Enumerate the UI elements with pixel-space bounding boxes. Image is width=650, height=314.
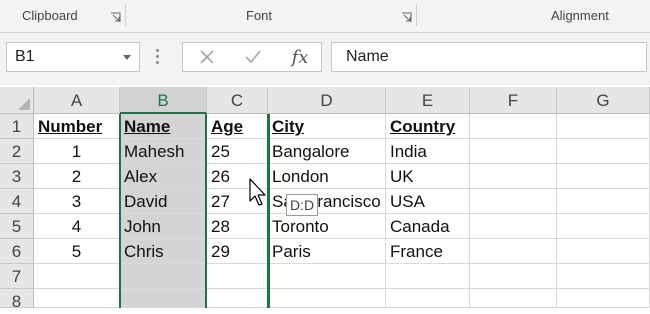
cell-a2[interactable]: 1: [34, 139, 120, 164]
cell-e7[interactable]: [386, 264, 470, 289]
cell-a7[interactable]: [34, 264, 120, 289]
column-header-d[interactable]: D: [268, 87, 386, 114]
cell-f1[interactable]: [470, 114, 557, 139]
cell-g2[interactable]: [557, 139, 650, 164]
row-header-7[interactable]: 7: [0, 264, 34, 289]
cell-b5[interactable]: John: [120, 214, 207, 239]
cell-f6[interactable]: [470, 239, 557, 264]
cell-f5[interactable]: [470, 214, 557, 239]
dialog-launcher-icon[interactable]: [401, 10, 412, 22]
cell-e8[interactable]: [386, 289, 470, 308]
row-header-1[interactable]: 1: [0, 114, 34, 139]
cell-f8[interactable]: [470, 289, 557, 308]
cell-g1[interactable]: [557, 114, 650, 139]
ribbon-group-clipboard: Clipboard: [0, 0, 126, 33]
cell-g6[interactable]: [557, 239, 650, 264]
column-header-g[interactable]: G: [557, 87, 650, 114]
ribbon-group-clipboard-label: Clipboard: [22, 8, 78, 23]
cell-e4[interactable]: USA: [386, 189, 470, 214]
ribbon-group-bar: Clipboard Font Alignment: [0, 0, 650, 33]
cell-g4[interactable]: [557, 189, 650, 214]
cell-b8[interactable]: [120, 289, 207, 308]
cell-d1[interactable]: City: [268, 114, 386, 139]
row-header-6[interactable]: 6: [0, 239, 34, 264]
resize-handle-icon[interactable]: [154, 46, 160, 68]
row-header-3[interactable]: 3: [0, 164, 34, 189]
row-header-8[interactable]: 8: [0, 289, 34, 311]
cell-c1[interactable]: Age: [207, 114, 268, 139]
name-box[interactable]: B1: [6, 42, 140, 72]
column-header-b[interactable]: B: [120, 87, 207, 114]
cell-d5[interactable]: Toronto: [268, 214, 386, 239]
column-header-a[interactable]: A: [34, 87, 120, 114]
select-all-triangle-icon: [18, 98, 30, 110]
row-header-2[interactable]: 2: [0, 139, 34, 164]
formula-input[interactable]: Name: [331, 42, 647, 72]
column-header-f[interactable]: F: [470, 87, 557, 114]
cell-b6[interactable]: Chris: [120, 239, 207, 264]
ribbon-group-font: Font: [126, 0, 417, 33]
cancel-icon[interactable]: [187, 43, 227, 71]
cell-b1[interactable]: Name: [120, 114, 207, 139]
name-box-value: B1: [15, 48, 35, 65]
cell-d2[interactable]: Bangalore: [268, 139, 386, 164]
cell-c7[interactable]: [207, 264, 268, 289]
drag-insertion-line: [267, 114, 270, 308]
cell-b7[interactable]: [120, 264, 207, 289]
cell-d6[interactable]: Paris: [268, 239, 386, 264]
cell-g3[interactable]: [557, 164, 650, 189]
drag-target-tooltip: D:D: [286, 194, 319, 216]
cell-e1[interactable]: Country: [386, 114, 470, 139]
cell-a4[interactable]: 3: [34, 189, 120, 214]
ribbon-group-alignment: Alignment: [417, 0, 650, 33]
row-header-4[interactable]: 4: [0, 189, 34, 214]
cell-d3[interactable]: London: [268, 164, 386, 189]
cell-b4[interactable]: David: [120, 189, 207, 214]
column-header-e[interactable]: E: [386, 87, 470, 114]
fx-label: fx: [291, 46, 309, 68]
cell-f4[interactable]: [470, 189, 557, 214]
cell-a8[interactable]: [34, 289, 120, 308]
cell-g8[interactable]: [557, 289, 650, 308]
cell-b3[interactable]: Alex: [120, 164, 207, 189]
select-all-corner[interactable]: [0, 87, 34, 114]
cell-e2[interactable]: India: [386, 139, 470, 164]
cell-c5[interactable]: 28: [207, 214, 268, 239]
cell-f3[interactable]: [470, 164, 557, 189]
cell-f2[interactable]: [470, 139, 557, 164]
cell-a1[interactable]: Number: [34, 114, 120, 139]
cell-a3[interactable]: 2: [34, 164, 120, 189]
enter-icon[interactable]: [233, 43, 273, 71]
dropdown-arrow-icon[interactable]: [123, 55, 131, 60]
ribbon-group-font-label: Font: [246, 8, 273, 23]
dialog-launcher-icon[interactable]: [110, 10, 121, 22]
cell-c6[interactable]: 29: [207, 239, 268, 264]
formula-bar: B1 fx Name: [0, 33, 650, 85]
cell-d7[interactable]: [268, 264, 386, 289]
column-header-c[interactable]: C: [207, 87, 268, 114]
cell-g7[interactable]: [557, 264, 650, 289]
fx-icon[interactable]: fx: [280, 43, 320, 71]
move-cursor-icon: [249, 178, 271, 208]
cell-d8[interactable]: [268, 289, 386, 308]
cell-b2[interactable]: Mahesh: [120, 139, 207, 164]
cell-c8[interactable]: [207, 289, 268, 308]
cell-e6[interactable]: France: [386, 239, 470, 264]
cell-e3[interactable]: UK: [386, 164, 470, 189]
cell-e5[interactable]: Canada: [386, 214, 470, 239]
formula-buttons: fx: [182, 42, 322, 72]
ribbon-group-alignment-label: Alignment: [551, 8, 609, 23]
cell-a5[interactable]: 4: [34, 214, 120, 239]
cell-g5[interactable]: [557, 214, 650, 239]
cell-f7[interactable]: [470, 264, 557, 289]
cell-a6[interactable]: 5: [34, 239, 120, 264]
row-header-5[interactable]: 5: [0, 214, 34, 239]
cell-c2[interactable]: 25: [207, 139, 268, 164]
